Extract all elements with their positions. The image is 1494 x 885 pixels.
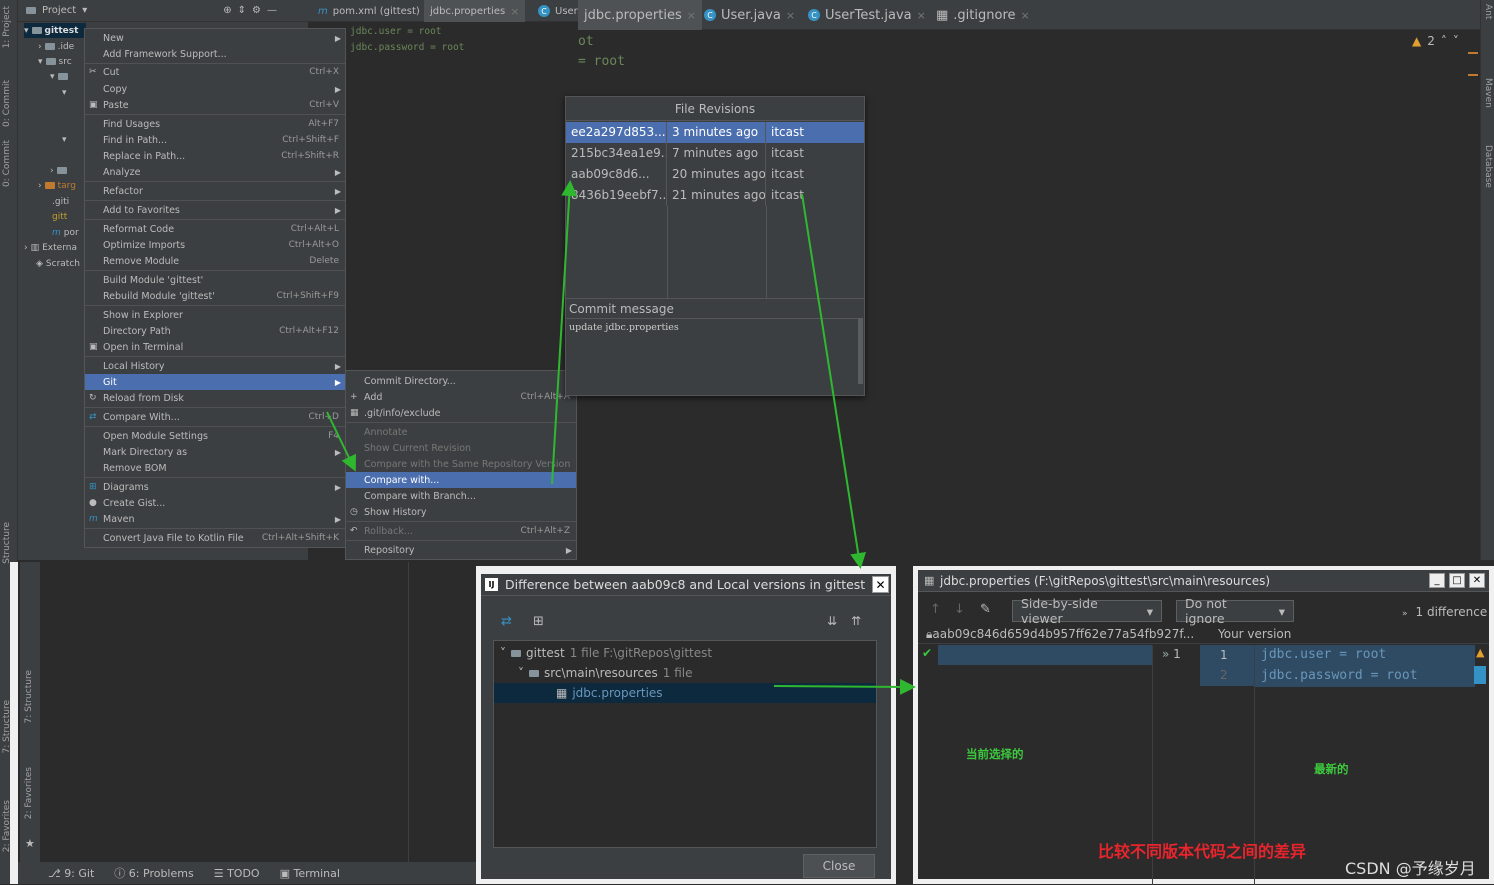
arrow-git-to-compare xyxy=(326,411,356,472)
arrow-file-to-viewer xyxy=(773,678,916,695)
arrow-revision-to-viewer xyxy=(801,193,867,569)
arrow-compare-to-revisions xyxy=(551,180,578,485)
annotation-arrows xyxy=(326,180,916,695)
